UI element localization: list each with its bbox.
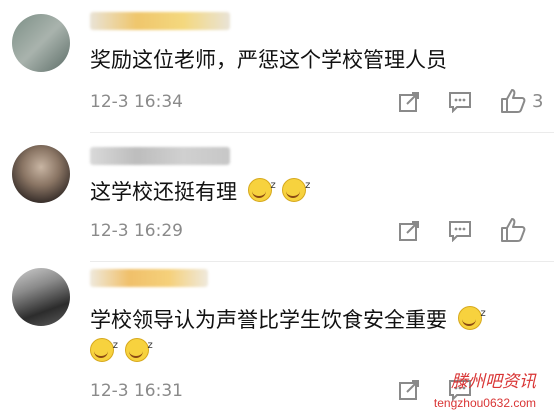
like-count: 3 [532,91,544,112]
sleepy-emoji-icon [124,331,153,362]
comment-item: 奖励这位老师，严惩这个学校管理人员 12-3 16:34 3 [0,0,554,135]
comment-text-content: 学校领导认为声誉比学生饮食安全重要 [90,308,447,332]
comment-text-content: 这学校还挺有理 [90,180,237,204]
comment-icon[interactable] [447,89,473,115]
username-blurred[interactable] [90,269,208,287]
share-icon[interactable] [396,377,422,403]
comment-icon[interactable] [447,218,473,244]
avatar[interactable] [12,14,70,72]
comment-item: 这学校还挺有理 12-3 16:29 [0,135,554,265]
avatar[interactable] [12,145,70,203]
share-icon[interactable] [396,218,422,244]
comment-text: 这学校还挺有理 [90,171,310,207]
sleepy-emoji-icon [247,171,276,202]
sleepy-emoji-icon [282,171,310,202]
divider [90,132,554,133]
timestamp: 12-3 16:29 [90,221,183,241]
username-blurred[interactable] [90,147,230,165]
avatar[interactable] [12,268,70,326]
timestamp: 12-3 16:34 [90,92,183,112]
timestamp: 12-3 16:31 [90,381,183,401]
username-blurred[interactable] [90,12,230,30]
sleepy-emoji-icon [457,299,486,330]
thumb-up-icon[interactable] [498,215,528,245]
watermark-site: tengzhou0632.com [433,396,536,410]
comment-emoji-line [90,331,153,367]
watermark-title: 滕州吧资讯 [451,372,536,392]
thumb-up-icon[interactable] [498,86,528,116]
comment-text-content: 奖励这位老师，严惩这个学校管理人员 [90,48,447,72]
comment-text: 奖励这位老师，严惩这个学校管理人员 [90,45,447,75]
sleepy-emoji-icon [90,331,118,362]
divider [90,261,554,262]
share-icon[interactable] [396,89,422,115]
